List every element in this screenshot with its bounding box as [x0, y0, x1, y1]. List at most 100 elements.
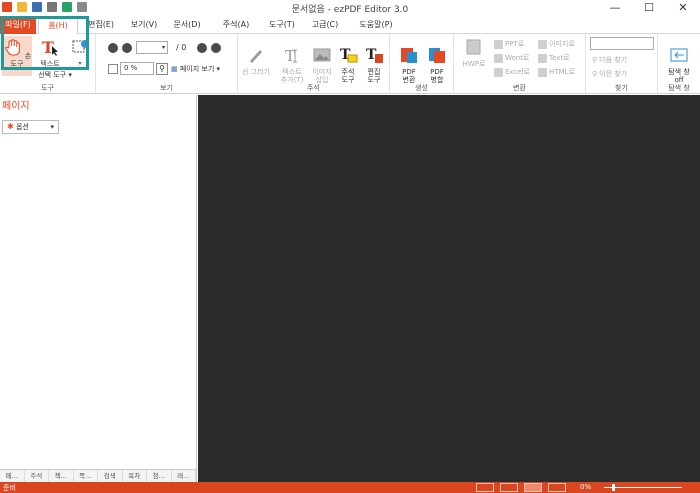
dropdown-arrow-icon: ▾ — [161, 44, 165, 51]
tab-annotation[interactable]: 주석(A) — [216, 16, 256, 34]
group-label-nav-pane: 탐색 창 — [668, 84, 690, 92]
select-tool-button[interactable]: 선택 도구 ▾ — [33, 71, 77, 81]
annotation-tools-button[interactable]: T 주석 도구 — [336, 38, 360, 84]
excel-convert-button[interactable]: Excel로 — [494, 67, 530, 77]
hand-icon — [4, 39, 20, 56]
add-text-label: 텍스트 추가(T) — [280, 68, 304, 84]
window-title: 문서없음 - ezPDF Editor 3.0 — [291, 5, 409, 15]
page-number-input[interactable]: ▾ — [136, 41, 168, 54]
ppt-convert-button[interactable]: PPT로 — [494, 39, 524, 49]
text-box-icon: T — [285, 47, 297, 65]
ppt-label: PPT로 — [505, 40, 525, 48]
tab-advanced[interactable]: 고급(C) — [305, 16, 345, 34]
insert-image-button[interactable]: 이미지 삽입 — [308, 38, 336, 84]
status-bar: 준비 0% — [0, 482, 700, 493]
tab-tools[interactable]: 도구(T) — [262, 16, 302, 34]
add-text-button[interactable]: T 텍스트 추가(T) — [278, 38, 306, 84]
pdf-convert-button[interactable]: PDF 변환 — [396, 38, 422, 84]
document-viewer[interactable] — [198, 95, 700, 482]
nav-pane-icon — [670, 48, 688, 62]
group-label-convert: 변환 — [513, 84, 526, 92]
first-page-button[interactable] — [108, 43, 118, 53]
zoom-search-icon[interactable]: ⚲ — [156, 63, 168, 75]
excel-label: Excel로 — [505, 68, 530, 76]
panel-tab-annotations[interactable]: 주석 — [25, 470, 49, 482]
dropdown-arrow-icon: ▾ — [50, 123, 54, 131]
panel-tab-layers[interactable]: 쪽... — [74, 470, 98, 482]
excel-icon — [494, 67, 503, 77]
tab-home[interactable]: 홈(H) — [38, 16, 78, 35]
panel-tab-more[interactable]: 레... — [172, 470, 196, 482]
text-convert-button[interactable]: Text로 — [538, 53, 570, 63]
panel-tab-toc[interactable]: 목차 — [123, 470, 147, 482]
ribbon: 손 도구 T 텍스트 ▾ 선택 도구 ▾ 도구 ▾ / 0 0 % ⚲ ▦ 페이… — [0, 34, 700, 94]
tab-help[interactable]: 도움말(P) — [352, 16, 400, 34]
pdf-merge-button[interactable]: PDF 병합 — [424, 38, 450, 84]
html-convert-icon — [538, 67, 547, 77]
panel-tab-bookmarks[interactable]: 책... — [49, 470, 74, 482]
word-convert-button[interactable]: Word로 — [494, 53, 529, 63]
nav-pane-label: 탐색 창 off — [668, 68, 690, 84]
fit-icon[interactable] — [108, 64, 118, 74]
html-convert-button[interactable]: HTML로 — [538, 67, 575, 77]
find-next-button[interactable]: ⚲ 다음 찾기 — [592, 55, 627, 65]
panel-tab-attachments[interactable]: 첨... — [147, 470, 172, 482]
hwp-convert-button[interactable]: HWP로 — [460, 38, 488, 68]
panel-tab-search[interactable]: 검색 — [98, 470, 123, 482]
page-view-icon: ▦ — [171, 65, 178, 73]
group-annotation: 선 그리기 T 텍스트 추가(T) 이미지 삽입 T 주석 도구 T 편집 도구… — [238, 34, 390, 94]
title-bar: 문서없음 - ezPDF Editor 3.0 — ☐ ✕ — [0, 0, 700, 16]
html-convert-label: HTML로 — [549, 68, 575, 76]
find-prev-label: 이전 찾기 — [599, 70, 628, 78]
annotation-tools-icon: T — [340, 47, 358, 63]
text-cursor-icon: T — [42, 38, 58, 57]
hand-tool-button[interactable]: 손 도구 — [2, 36, 32, 76]
nav-pane-toggle-button[interactable]: 탐색 창 off — [662, 38, 696, 84]
options-button[interactable]: ✱ 옵션 ▾ — [2, 120, 59, 134]
hwp-label: HWP로 — [462, 60, 486, 68]
zoom-slider[interactable] — [604, 487, 682, 488]
maximize-button[interactable]: ☐ — [632, 0, 666, 16]
tab-file[interactable]: 파일(F) — [0, 16, 36, 34]
text-convert-label: Text로 — [549, 54, 570, 62]
word-icon — [494, 53, 503, 63]
edit-tools-button[interactable]: T 편집 도구 — [362, 38, 386, 84]
panel-tab-pages[interactable]: 페... — [0, 470, 25, 482]
tab-edit[interactable]: 편집(E) — [84, 16, 118, 34]
grid-view-icon[interactable] — [548, 483, 566, 492]
tab-view[interactable]: 보기(V) — [125, 16, 163, 34]
find-input[interactable] — [590, 37, 654, 50]
minimize-button[interactable]: — — [598, 0, 632, 16]
group-view: ▾ / 0 0 % ⚲ ▦ 페이지 보기 ▾ 보기 — [96, 34, 238, 94]
image-icon — [313, 48, 331, 62]
group-convert: HWP로 PPT로 Word로 Excel로 이미지로 Text로 HTML로 … — [454, 34, 586, 94]
tab-document[interactable]: 문서(D) — [168, 16, 206, 34]
zoom-slider-thumb[interactable] — [612, 484, 615, 491]
group-label-find: 찾기 — [615, 84, 628, 92]
edit-tools-icon: T — [366, 47, 383, 63]
continuous-view-icon[interactable] — [524, 483, 542, 492]
image-convert-button[interactable]: 이미지로 — [538, 39, 575, 49]
two-page-view-icon[interactable] — [500, 483, 518, 492]
hwp-icon — [466, 39, 481, 55]
single-page-view-icon[interactable] — [476, 483, 494, 492]
snapshot-tool-button[interactable]: ▾ — [68, 38, 92, 68]
gear-icon: ✱ — [7, 122, 14, 131]
menu-tab-bar: 파일(F) 홈(H) 편집(E) 보기(V) 문서(D) 주석(A) 도구(T)… — [0, 16, 700, 35]
close-button[interactable]: ✕ — [666, 0, 700, 16]
page-view-button[interactable]: ▦ 페이지 보기 ▾ — [171, 64, 220, 74]
previous-page-button[interactable] — [122, 43, 132, 53]
next-page-button[interactable] — [197, 43, 207, 53]
draw-line-button[interactable]: 선 그리기 — [242, 38, 270, 76]
pen-icon — [250, 50, 262, 63]
find-prev-button[interactable]: ⚲ 이전 찾기 — [592, 69, 627, 79]
edit-tools-label: 편집 도구 — [367, 68, 381, 84]
zoom-input[interactable]: 0 % — [120, 62, 154, 75]
word-label: Word로 — [505, 54, 530, 62]
last-page-button[interactable] — [211, 43, 221, 53]
page-view-label: 페이지 보기 — [179, 65, 215, 73]
group-nav-pane: 탐색 창 off 탐색 창 — [658, 34, 700, 94]
annotation-tools-label: 주석 도구 — [341, 68, 355, 84]
find-next-icon: ⚲ — [592, 56, 598, 64]
text-select-button[interactable]: T 텍스트 — [36, 36, 64, 70]
